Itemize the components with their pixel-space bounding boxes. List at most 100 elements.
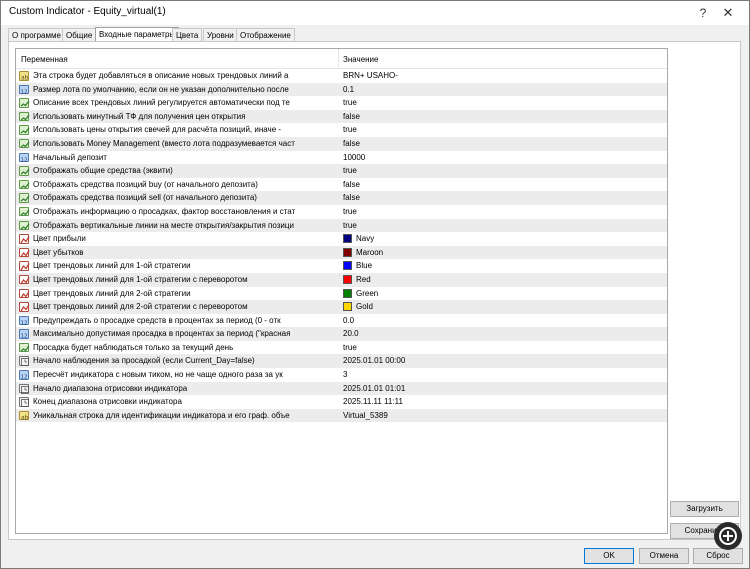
- color-type-icon: [19, 261, 30, 271]
- parameter-value[interactable]: false: [343, 139, 360, 149]
- help-button[interactable]: ?: [692, 3, 714, 23]
- parameter-name: Использовать Money Management (вместо ло…: [33, 138, 295, 148]
- tab-0[interactable]: О программе: [8, 28, 65, 42]
- column-header-value[interactable]: Значение: [343, 55, 378, 64]
- parameter-value[interactable]: 2025.11.11 11:11: [343, 397, 403, 407]
- table-row[interactable]: Цвет трендовых линий для 2-ой стратегии G…: [16, 287, 667, 301]
- parameter-name: Максимально допустимая просадка в процен…: [33, 329, 291, 339]
- table-row[interactable]: Просадка будет наблюдаться только за тек…: [16, 341, 667, 355]
- parameter-value[interactable]: BRN+ USAHO-: [343, 71, 398, 81]
- table-row[interactable]: 12 Пересчёт индикатора с новым тиком, но …: [16, 368, 667, 382]
- parameter-name: Начало наблюдения за просадкой (если Cur…: [33, 356, 255, 366]
- parameter-value[interactable]: true: [343, 207, 357, 217]
- parameter-value[interactable]: Blue: [356, 261, 372, 271]
- table-row[interactable]: Начало наблюдения за просадкой (если Cur…: [16, 354, 667, 369]
- table-row[interactable]: Отображать вертикальные линии на месте о…: [16, 218, 667, 233]
- bool-type-icon: [19, 98, 30, 108]
- parameters-grid[interactable]: Переменная Значение ab Эта строка будет д…: [15, 48, 668, 534]
- parameter-name: Цвет трендовых линий для 1-ой стратегии …: [33, 274, 248, 284]
- close-button[interactable]: ✕: [717, 3, 739, 23]
- parameter-name: Отображать вертикальные линии на месте о…: [33, 220, 294, 230]
- tab-5[interactable]: Отображение: [236, 28, 295, 42]
- parameter-value[interactable]: 0.1: [343, 85, 354, 95]
- table-row[interactable]: Отображать средства позиций sell (от нач…: [16, 191, 667, 205]
- parameter-value[interactable]: Maroon: [356, 248, 383, 258]
- table-row[interactable]: Отображать информацию о просадках, факто…: [16, 205, 667, 219]
- column-separator[interactable]: [338, 49, 339, 69]
- parameter-value[interactable]: Green: [356, 289, 378, 299]
- table-row[interactable]: 12 Начальный депозит 10000: [16, 151, 667, 165]
- parameter-value[interactable]: true: [343, 221, 357, 231]
- parameter-value[interactable]: false: [343, 193, 360, 203]
- table-row[interactable]: 12 Предупреждать о просадке средств в про…: [16, 314, 667, 328]
- table-row[interactable]: Отображать средства позиций buy (от нача…: [16, 178, 667, 192]
- parameter-value[interactable]: Gold: [356, 302, 373, 312]
- parameter-name: Начальный депозит: [33, 152, 107, 162]
- bool-type-icon: [19, 206, 30, 217]
- cancel-button[interactable]: Отмена: [639, 548, 689, 564]
- dialog-window: Custom Indicator - Equity_virtual(1) ? ✕…: [0, 0, 750, 569]
- parameter-value[interactable]: 2025.01.01 01:01: [343, 384, 405, 394]
- parameter-value[interactable]: true: [343, 125, 357, 135]
- title-bar: Custom Indicator - Equity_virtual(1) ? ✕: [1, 1, 749, 25]
- parameter-value[interactable]: 20.0: [343, 329, 359, 339]
- table-row[interactable]: Цвет трендовых линий для 1-ой стратегии …: [16, 272, 667, 287]
- parameter-value[interactable]: true: [343, 98, 357, 108]
- parameter-value[interactable]: Navy: [356, 234, 374, 244]
- tab-1[interactable]: Общие: [62, 28, 97, 42]
- parameter-value[interactable]: 10000: [343, 153, 365, 163]
- tab-4[interactable]: Уровни: [203, 28, 238, 42]
- table-row[interactable]: Начало диапазона отрисовки индикатора 202…: [16, 381, 667, 396]
- load-button[interactable]: Загрузить: [670, 501, 739, 517]
- table-row[interactable]: Описание всех трендовых линий регулирует…: [16, 96, 667, 110]
- color-type-icon: [19, 302, 30, 312]
- table-row[interactable]: Использовать минутный ТФ для получения ц…: [16, 109, 667, 124]
- bool-type-icon: [19, 125, 30, 135]
- column-header-variable[interactable]: Переменная: [21, 55, 68, 64]
- table-row[interactable]: 12 Размер лота по умолчанию, если он не у…: [16, 82, 667, 97]
- parameter-name: Эта строка будет добавляться в описание …: [33, 71, 289, 80]
- color-swatch[interactable]: [343, 302, 352, 312]
- reset-button[interactable]: Сброс: [693, 548, 743, 564]
- table-row[interactable]: Цвет трендовых линий для 1-ой стратегии B…: [16, 259, 667, 273]
- ok-button[interactable]: OK: [584, 548, 634, 564]
- table-row[interactable]: 12 Максимально допустимая просадка в проц…: [16, 327, 667, 341]
- parameter-name: Использовать минутный ТФ для получения ц…: [33, 111, 246, 121]
- parameter-value[interactable]: false: [343, 112, 360, 122]
- zoom-plus-icon[interactable]: [714, 522, 742, 550]
- table-row[interactable]: Отображать общие средства (эквити) true: [16, 164, 667, 178]
- table-row[interactable]: Цвет трендовых линий для 2-ой стратегии …: [16, 300, 667, 314]
- color-swatch[interactable]: [343, 261, 352, 271]
- color-swatch[interactable]: [343, 274, 352, 284]
- parameter-value[interactable]: 2025.01.01 00:00: [343, 356, 405, 366]
- table-row[interactable]: Конец диапазона отрисовки индикатора 2025…: [16, 395, 667, 409]
- parameter-value[interactable]: 3: [343, 370, 347, 380]
- table-row[interactable]: Цвет прибыли Navy: [16, 232, 667, 246]
- svg-text:12: 12: [21, 334, 28, 340]
- tab-panel-inputs: Переменная Значение ab Эта строка будет д…: [8, 41, 741, 540]
- parameter-name: Отображать информацию о просадках, факто…: [33, 206, 296, 216]
- color-swatch[interactable]: [343, 234, 352, 244]
- parameter-name: Отображать общие средства (эквити): [33, 166, 173, 176]
- parameter-value[interactable]: true: [343, 343, 357, 353]
- parameter-value[interactable]: true: [343, 166, 357, 176]
- string-type-icon: ab: [19, 71, 29, 82]
- color-swatch[interactable]: [343, 288, 352, 298]
- parameter-value[interactable]: Virtual_5389: [343, 411, 388, 421]
- color-swatch[interactable]: [343, 247, 352, 257]
- parameter-value[interactable]: 0.0: [343, 316, 354, 326]
- color-type-icon: [19, 288, 30, 298]
- parameter-value[interactable]: false: [343, 180, 360, 190]
- table-row[interactable]: ab Эта строка будет добавляться в описани…: [16, 69, 667, 83]
- table-row[interactable]: Использовать цены открытия свечей для ра…: [16, 123, 667, 137]
- parameter-name: Использовать цены открытия свечей для ра…: [33, 125, 282, 135]
- table-row[interactable]: Использовать Money Management (вместо ло…: [16, 136, 667, 151]
- table-row[interactable]: Цвет убытков Maroon: [16, 245, 667, 260]
- table-row[interactable]: ab Уникальная строка для идентификации ин…: [16, 408, 667, 423]
- parameter-name: Уникальная строка для идентификации инди…: [33, 410, 290, 420]
- parameter-value[interactable]: Red: [356, 275, 371, 285]
- parameter-name: Отображать средства позиций buy (от нача…: [33, 179, 258, 189]
- parameter-name: Просадка будет наблюдаться только за тек…: [33, 342, 234, 352]
- tab-3[interactable]: Цвета: [172, 28, 203, 42]
- bool-type-icon: [19, 138, 30, 149]
